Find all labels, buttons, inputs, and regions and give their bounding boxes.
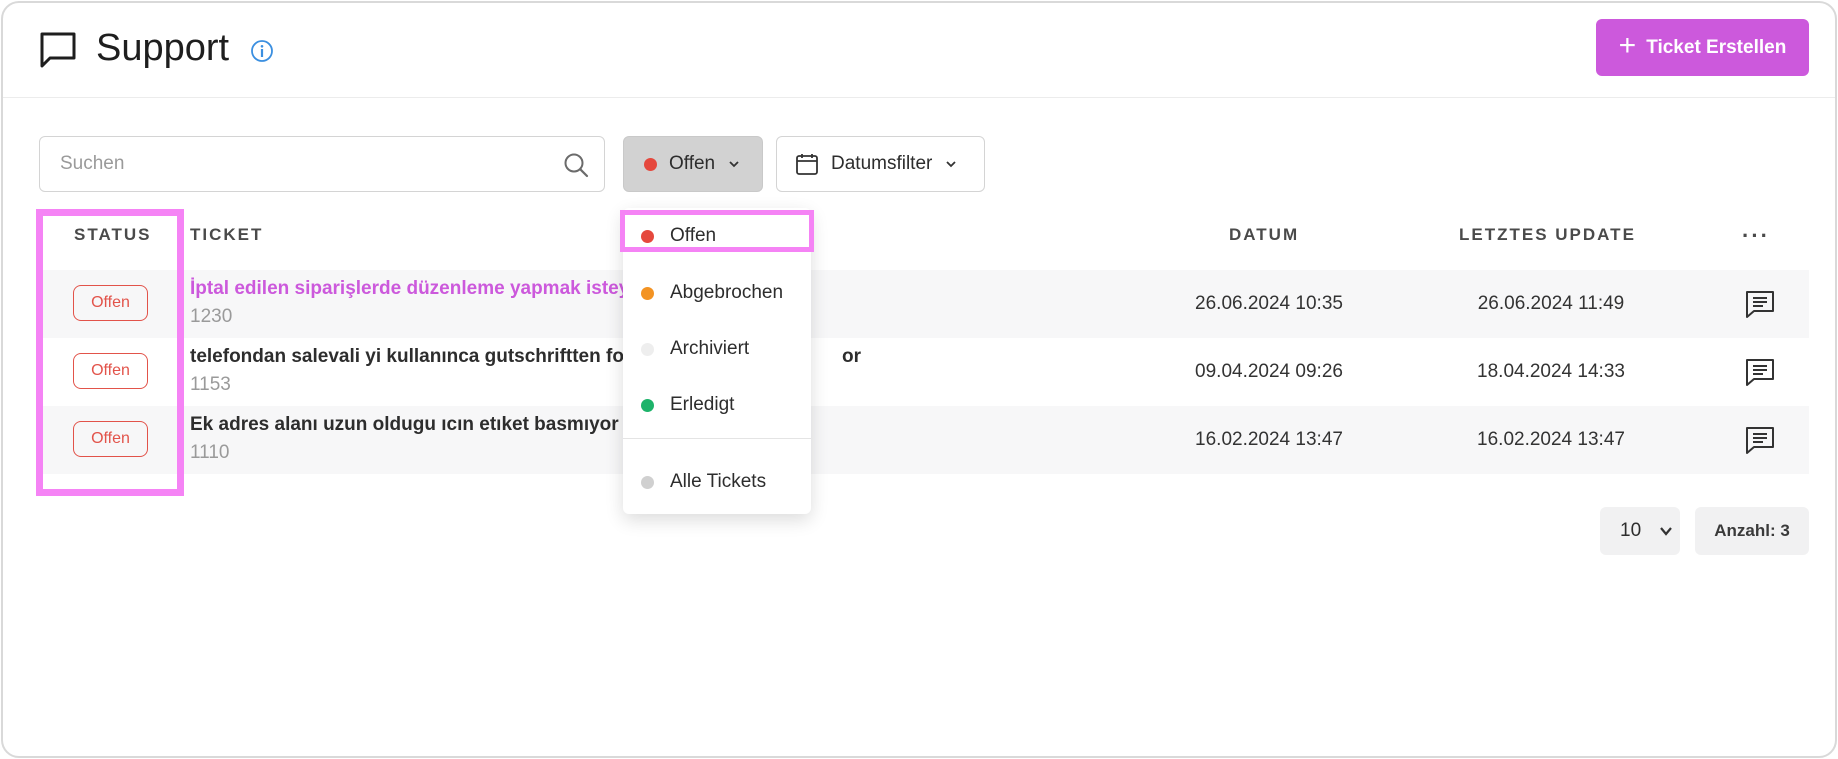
ticket-date: 09.04.2024 09:26 bbox=[1195, 361, 1343, 382]
option-label: Alle Tickets bbox=[670, 471, 767, 492]
message-icon[interactable] bbox=[1744, 288, 1776, 320]
search-icon[interactable] bbox=[562, 151, 590, 179]
status-column-highlight bbox=[36, 209, 184, 496]
ticket-title[interactable]: telefondan salevali yi kullanınca gutsch… bbox=[190, 346, 624, 368]
ticket-date: 16.02.2024 13:47 bbox=[1195, 429, 1343, 450]
message-icon[interactable] bbox=[1744, 356, 1776, 388]
option-label: Erledigt bbox=[670, 394, 735, 415]
ticket-last-update: 26.06.2024 11:49 bbox=[1477, 293, 1625, 314]
date-filter-button[interactable]: Datumsfilter bbox=[776, 136, 985, 192]
ticket-date: 26.06.2024 10:35 bbox=[1195, 293, 1343, 314]
search-box bbox=[39, 136, 605, 192]
status-dot-icon bbox=[641, 398, 654, 412]
status-dot-icon bbox=[641, 286, 654, 300]
search-input[interactable] bbox=[60, 137, 540, 191]
dropdown-divider bbox=[623, 438, 811, 439]
more-options-icon[interactable]: ··· bbox=[1742, 223, 1770, 249]
date-filter-label: Datumsfilter bbox=[831, 153, 933, 174]
table-row[interactable]: Offen Ek adres alanı uzun oldugu ıcın et… bbox=[37, 406, 1809, 474]
ticket-id: 1230 bbox=[190, 306, 233, 327]
create-ticket-button[interactable]: + Ticket Erstellen bbox=[1596, 19, 1809, 76]
chevron-down-icon bbox=[1660, 527, 1672, 536]
page-size-select[interactable]: 10 bbox=[1600, 507, 1680, 555]
app-window: Support + Ticket Erstellen Offen bbox=[1, 1, 1837, 758]
ticket-id: 1153 bbox=[190, 374, 231, 395]
status-filter-label: Offen bbox=[669, 153, 716, 174]
result-count: Anzahl: 3 bbox=[1695, 507, 1809, 555]
offen-option-highlight bbox=[620, 210, 814, 252]
ticket-last-update: 18.04.2024 14:33 bbox=[1477, 361, 1625, 382]
plus-icon: + bbox=[1618, 29, 1637, 62]
ticket-title-tail: or bbox=[842, 346, 861, 367]
message-icon[interactable] bbox=[1744, 424, 1776, 456]
chevron-down-icon bbox=[946, 161, 956, 168]
calendar-icon bbox=[796, 154, 818, 175]
page-title: Support bbox=[96, 27, 230, 69]
option-label: Archiviert bbox=[670, 338, 750, 359]
create-ticket-label: Ticket Erstellen bbox=[1646, 36, 1787, 58]
status-filter-button[interactable]: Offen bbox=[623, 136, 763, 192]
column-header-ticket[interactable]: TICKET bbox=[190, 225, 263, 245]
dropdown-option-alle-tickets[interactable]: Alle Tickets bbox=[623, 460, 811, 504]
status-dot-icon bbox=[641, 475, 654, 489]
table-row[interactable]: Offen İptal edilen siparişlerde düzenlem… bbox=[37, 270, 1809, 338]
ticket-id: 1110 bbox=[190, 442, 230, 463]
column-header-last-update[interactable]: LETZTES UPDATE bbox=[1459, 225, 1636, 245]
ticket-title-link[interactable]: İptal edilen siparişlerde düzenleme yapm… bbox=[190, 278, 629, 300]
column-header-date[interactable]: DATUM bbox=[1229, 225, 1299, 245]
info-icon[interactable] bbox=[250, 39, 274, 63]
ticket-title[interactable]: Ek adres alanı uzun oldugu ıcın etıket b… bbox=[190, 414, 619, 436]
chevron-down-icon bbox=[729, 161, 739, 168]
page-size-value: 10 bbox=[1620, 520, 1642, 541]
status-dropdown-menu: Offen Abgebrochen Archiviert Erledigt Al… bbox=[623, 208, 811, 514]
status-dot-icon bbox=[641, 342, 654, 356]
dropdown-option-archiviert[interactable]: Archiviert bbox=[623, 327, 811, 371]
page-header: Support + Ticket Erstellen bbox=[3, 3, 1835, 98]
table-row[interactable]: Offen telefondan salevali yi kullanınca … bbox=[37, 338, 1809, 406]
option-label: Abgebrochen bbox=[670, 282, 784, 303]
chat-bubble-icon bbox=[40, 32, 76, 68]
ticket-last-update: 16.02.2024 13:47 bbox=[1477, 429, 1625, 450]
dropdown-option-erledigt[interactable]: Erledigt bbox=[623, 383, 811, 427]
dropdown-option-abgebrochen[interactable]: Abgebrochen bbox=[623, 271, 811, 315]
status-dot-icon bbox=[644, 157, 657, 171]
